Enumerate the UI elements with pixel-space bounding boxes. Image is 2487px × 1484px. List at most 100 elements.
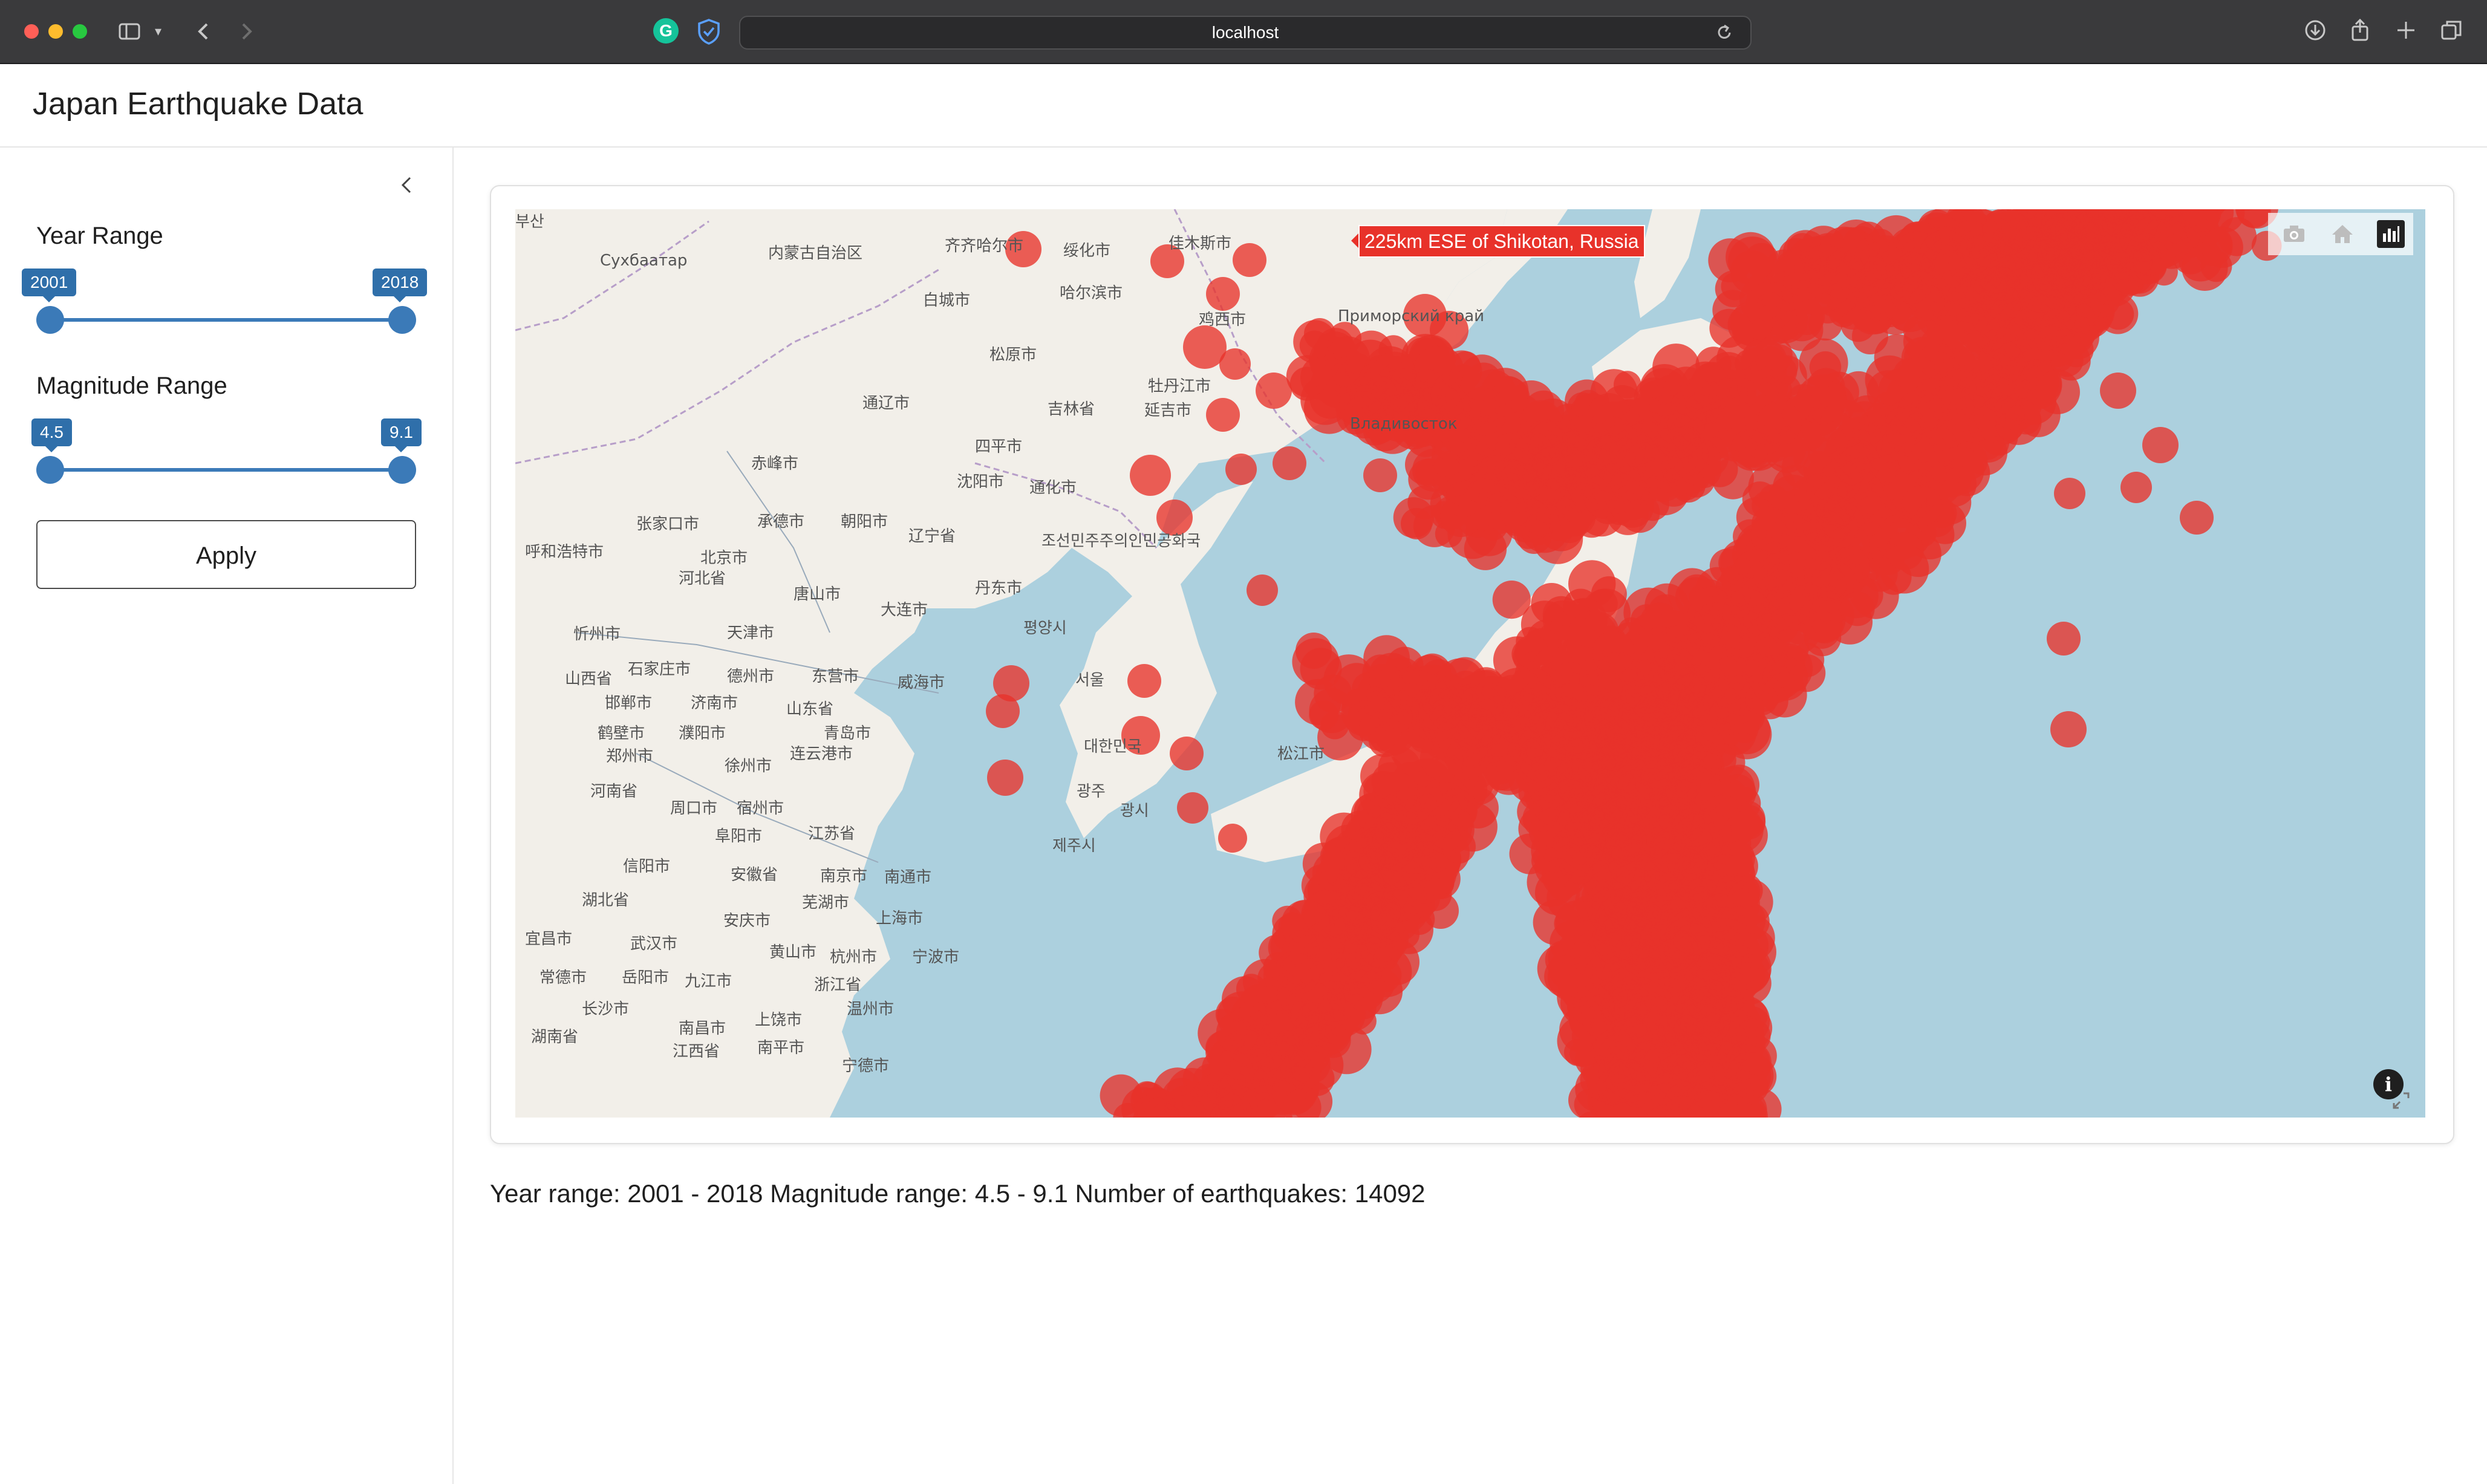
earthquake-marker[interactable] [1127, 664, 1161, 698]
earthquake-marker[interactable] [1784, 254, 1820, 289]
earthquake-marker[interactable] [1423, 893, 1459, 929]
back-arrow-icon[interactable] [195, 19, 213, 49]
earthquake-marker[interactable] [1617, 891, 1661, 936]
forward-arrow-icon[interactable] [237, 19, 255, 49]
earthquake-marker[interactable] [987, 760, 1023, 796]
expand-icon[interactable] [2389, 1089, 2413, 1113]
earthquake-marker[interactable] [1621, 423, 1661, 463]
earthquake-marker[interactable] [1177, 792, 1208, 824]
earthquake-marker[interactable] [2182, 244, 2228, 291]
close-window-button[interactable] [24, 24, 39, 39]
earthquake-marker[interactable] [1698, 1052, 1739, 1093]
earthquake-marker[interactable] [2049, 255, 2082, 288]
earthquake-marker[interactable] [1610, 484, 1654, 528]
earthquake-marker[interactable] [1840, 591, 1875, 626]
earthquake-marker[interactable] [1401, 508, 1432, 539]
earthquake-marker[interactable] [1663, 466, 1693, 496]
earthquake-marker[interactable] [1950, 283, 1984, 317]
earthquake-marker[interactable] [1695, 1007, 1730, 1043]
earthquake-marker[interactable] [1599, 742, 1628, 771]
earthquake-marker[interactable] [1615, 825, 1647, 857]
earthquake-marker[interactable] [1701, 941, 1742, 982]
earthquake-marker[interactable] [2047, 622, 2081, 656]
new-tab-icon[interactable] [2395, 18, 2417, 48]
home-icon[interactable] [2329, 220, 2356, 248]
earthquake-marker[interactable] [2073, 210, 2108, 244]
earthquake-marker[interactable] [2026, 323, 2065, 362]
earthquake-marker[interactable] [2142, 427, 2179, 463]
earthquake-marker[interactable] [1256, 373, 1292, 409]
earthquake-marker[interactable] [1860, 281, 1901, 322]
year-range-track[interactable] [51, 318, 402, 322]
earthquake-marker[interactable] [2180, 501, 2214, 535]
earthquake-marker[interactable] [1273, 446, 1306, 480]
earthquake-marker[interactable] [1664, 933, 1698, 968]
earthquake-marker[interactable] [1983, 209, 2030, 256]
earthquake-marker[interactable] [1642, 1003, 1687, 1047]
earthquake-marker[interactable] [1296, 633, 1332, 669]
earthquake-marker[interactable] [1804, 557, 1832, 586]
earthquake-marker[interactable] [1750, 516, 1789, 555]
earthquake-map[interactable]: 齐齐哈尔市 绥化市 佳木斯市 哈尔滨市 白城市 松原市 鸡西市 Приморский край… [515, 209, 2425, 1118]
earthquake-marker[interactable] [1710, 976, 1747, 1014]
earthquake-marker[interactable] [1767, 562, 1798, 594]
earthquake-marker[interactable] [1978, 339, 2024, 386]
earthquake-marker[interactable] [1757, 400, 1802, 445]
grammarly-extension-icon[interactable]: G [653, 18, 679, 44]
earthquake-marker[interactable] [1218, 824, 1247, 853]
earthquake-marker[interactable] [1551, 507, 1588, 543]
earthquake-marker[interactable] [1225, 454, 1257, 485]
earthquake-marker[interactable] [1745, 683, 1778, 716]
camera-icon[interactable] [2280, 220, 2308, 248]
earthquake-marker[interactable] [1921, 239, 1972, 290]
magnitude-range-track[interactable] [51, 468, 402, 472]
earthquake-marker[interactable] [1247, 574, 1278, 606]
earthquake-marker[interactable] [1683, 380, 1716, 414]
apply-button[interactable]: Apply [36, 520, 416, 589]
earthquake-marker[interactable] [1562, 597, 1608, 643]
earthquake-marker[interactable] [1641, 626, 1682, 667]
year-range-min-handle[interactable] [36, 306, 64, 334]
plotly-logo-icon[interactable] [2377, 220, 2405, 248]
sidebar-toggle-icon[interactable] [117, 19, 142, 49]
earthquake-marker[interactable] [1373, 939, 1420, 985]
share-icon[interactable] [2349, 18, 2371, 48]
earthquake-marker[interactable] [1308, 981, 1353, 1026]
earthquake-marker[interactable] [1216, 1011, 1259, 1054]
earthquake-marker[interactable] [1206, 277, 1240, 311]
earthquake-marker[interactable] [1369, 664, 1403, 698]
earthquake-marker[interactable] [1170, 737, 1204, 770]
earthquake-marker[interactable] [1909, 285, 1946, 322]
earthquake-marker[interactable] [1592, 698, 1637, 742]
earthquake-marker[interactable] [1469, 719, 1512, 763]
earthquake-marker[interactable] [2054, 478, 2085, 509]
earthquake-marker[interactable] [1548, 697, 1581, 730]
earthquake-marker[interactable] [1929, 389, 1961, 421]
earthquake-marker[interactable] [2150, 258, 2178, 286]
earthquake-marker[interactable] [1701, 408, 1741, 448]
earthquake-marker[interactable] [1359, 362, 1392, 395]
earthquake-marker[interactable] [1936, 446, 1984, 494]
earthquake-marker[interactable] [1510, 499, 1551, 540]
earthquake-marker[interactable] [2120, 472, 2152, 503]
earthquake-marker[interactable] [1211, 1078, 1242, 1108]
earthquake-marker[interactable] [1993, 275, 2021, 304]
earthquake-marker[interactable] [2035, 369, 2080, 414]
earthquake-marker[interactable] [1358, 709, 1401, 751]
earthquake-marker[interactable] [1233, 243, 1266, 277]
minimize-window-button[interactable] [48, 24, 63, 39]
earthquake-marker[interactable] [1206, 398, 1240, 432]
earthquake-marker[interactable] [1611, 967, 1641, 998]
shield-extension-icon[interactable] [697, 18, 721, 45]
earthquake-marker[interactable] [1469, 385, 1506, 422]
zoom-window-button[interactable] [73, 24, 87, 39]
earthquake-marker[interactable] [1865, 355, 1914, 405]
tab-overview-icon[interactable] [2440, 18, 2464, 48]
chevron-down-icon[interactable]: ▾ [155, 19, 161, 44]
earthquake-marker[interactable] [1460, 670, 1507, 717]
earthquake-marker[interactable] [1272, 905, 1303, 937]
earthquake-marker[interactable] [1879, 544, 1929, 594]
earthquake-marker[interactable] [1973, 392, 2018, 437]
reload-icon[interactable] [1715, 17, 1733, 59]
earthquake-marker[interactable] [1712, 457, 1754, 500]
